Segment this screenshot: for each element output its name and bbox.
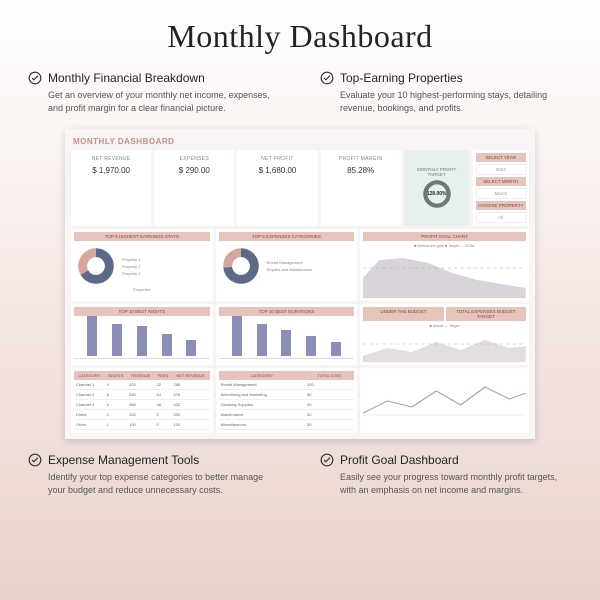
table-row: Advertising and Marketing50 [219, 390, 355, 400]
table-row: Rental Management120 [219, 380, 355, 390]
donut-panel: TOP 5 EXPENSES CATEGORIES Rental Managem… [216, 229, 358, 301]
feature-title: Expense Management Tools [48, 453, 199, 467]
check-icon [320, 71, 334, 85]
features-top: Monthly Financial Breakdown Get an overv… [28, 71, 572, 115]
selector-card: SELECT YEAR 2024 SELECT MONTH March CHOO… [473, 150, 530, 226]
kpi-card: PROFIT MARGIN85.28% [321, 150, 401, 226]
table-row: Channel 3648048432 [74, 400, 210, 410]
area-chart [363, 248, 526, 298]
feature-block: Top-Earning Properties Evaluate your 10 … [320, 71, 572, 115]
kpi-card: NET REVENUE$ 1,970.00 [71, 150, 151, 226]
table-row: Maintenance50 [219, 410, 355, 420]
check-icon [28, 71, 42, 85]
profit-chart-panel: PROFIT GOAL CHART ■ Behind the goal ■ Ta… [360, 229, 529, 301]
kpi-card: EXPENSES$ 290.00 [154, 150, 234, 226]
feature-block: Profit Goal Dashboard Easily see your pr… [320, 453, 572, 497]
donut-icon [221, 246, 261, 286]
feature-title: Top-Earning Properties [340, 71, 463, 85]
dashboard-preview: MONTHLY DASHBOARD NET REVENUE$ 1,970.00 … [65, 129, 535, 439]
table-row: Channel 1432032288 [74, 380, 210, 390]
gauge-icon: 128.00% [422, 179, 452, 209]
bar-panel: TOP 10 BEST NIGHTS [71, 304, 213, 365]
feature-desc: Get an overview of your monthly net inco… [48, 89, 280, 115]
property-select[interactable]: All [476, 212, 527, 223]
month-select[interactable]: March [476, 188, 527, 199]
table-row: Miscellaneous30 [219, 420, 355, 430]
donut-icon [76, 246, 116, 286]
table-row: Cleaning Supplies40 [219, 400, 355, 410]
target-card: MONTHLY PROFIT TARGET 128.00% [404, 150, 470, 226]
table-row: Other11000100 [74, 420, 210, 430]
budget-panel: UNDER THE BUDGETTOTAL EXPENSES BUDGET TA… [360, 304, 529, 365]
table-row: Direct22000200 [74, 410, 210, 420]
feature-block: Expense Management Tools Identify your t… [28, 453, 280, 497]
feature-title: Monthly Financial Breakdown [48, 71, 205, 85]
table-row: Channel 2864064576 [74, 390, 210, 400]
kpi-row: NET REVENUE$ 1,970.00 EXPENSES$ 290.00 N… [71, 150, 529, 226]
feature-desc: Easily see your progress toward monthly … [340, 471, 572, 497]
line-chart [363, 371, 526, 417]
trend-panel [360, 368, 529, 433]
kpi-card: NET PROFIT$ 1,680.00 [237, 150, 317, 226]
check-icon [28, 453, 42, 467]
feature-title: Profit Goal Dashboard [340, 453, 459, 467]
dashboard-header: MONTHLY DASHBOARD [71, 135, 529, 150]
check-icon [320, 453, 334, 467]
area-chart [363, 328, 526, 362]
year-select[interactable]: 2024 [476, 164, 527, 175]
bar-panel: TOP 10 BEST DURATIONS [216, 304, 358, 365]
feature-desc: Evaluate your 10 highest-performing stay… [340, 89, 572, 115]
feature-block: Monthly Financial Breakdown Get an overv… [28, 71, 280, 115]
expenses-table: CATEGORYTOTAL COST Rental Management120 … [216, 368, 358, 433]
feature-desc: Identify your top expense categories to … [48, 471, 280, 497]
bookings-table: CATEGORYNIGHTSREVENUEFEESNET REVENUE Cha… [71, 368, 213, 433]
features-bottom: Expense Management Tools Identify your t… [28, 453, 572, 497]
donut-panel: TOP 5 HIGHEST EARNINGS STAYS Property 1 … [71, 229, 213, 301]
page-title: Monthly Dashboard [28, 18, 572, 55]
